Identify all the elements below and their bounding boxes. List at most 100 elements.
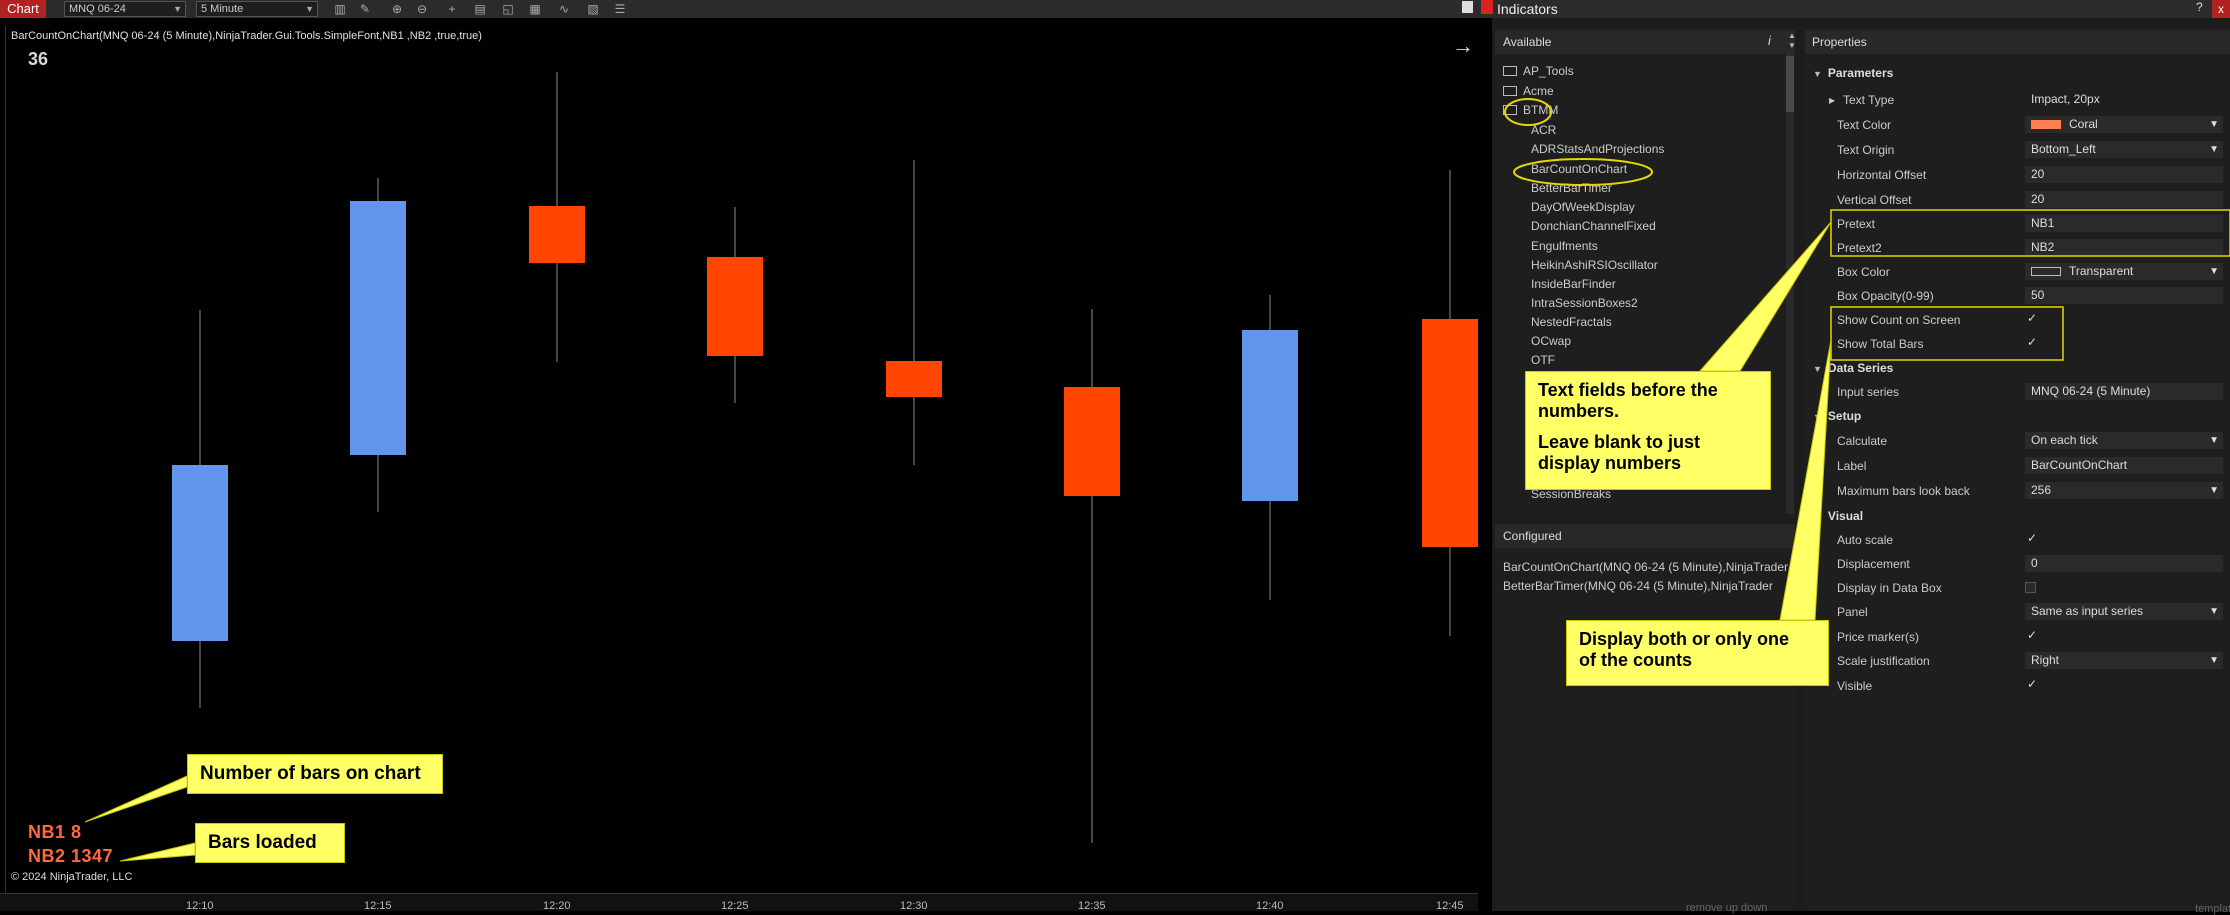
folder-item[interactable]: AP_Tools [1503,64,1574,78]
folder-item[interactable]: Acme [1503,84,1554,98]
auto-scale-label: Auto scale [1837,533,1894,547]
max-bars-select[interactable]: 256 ▼ [2025,482,2223,499]
candle-body-down [886,361,942,397]
panel-select[interactable]: Same as input series ▼ [2025,603,2223,620]
chevron-down-icon: ▼ [2209,606,2219,617]
label-input[interactable]: BarCountOnChart [2025,457,2223,474]
panel-value: Same as input series [2031,604,2144,618]
list-item[interactable]: BarCountOnChart [1531,162,1627,176]
list-item-label: BarCountOnChart [1531,162,1628,176]
pretext-label: Pretext [1837,217,1876,231]
close-icon[interactable]: x [2212,0,2230,18]
arrow-right-icon[interactable]: → [1452,33,1474,59]
window-icon [1462,1,1473,13]
show-total-checkbox[interactable]: ✓ [2027,335,2037,349]
collapse-icon: ▼ [1813,512,1822,522]
visible-checkbox[interactable]: ✓ [2027,677,2037,691]
text-origin-select[interactable]: Bottom_Left ▼ [2025,141,2223,158]
configured-item[interactable]: BarCountOnChart(MNQ 06-24 (5 Minute),Nin… [1503,560,1793,574]
candle-body-down [1422,319,1478,547]
nb2-count: NB2 1347 [28,846,114,866]
category-label: Data Series [1827,361,1894,375]
scrollbar-thumb[interactable] [1786,56,1794,112]
chevron-down-icon: ▼ [2209,266,2219,277]
list-item-label: OCwap [1531,334,1572,348]
callout-line: Text fields before the [1538,380,1718,400]
properties-label: Properties [1812,35,1867,49]
callout-bars-loaded: Bars loaded [195,823,345,863]
text-origin-label: Text Origin [1837,143,1895,157]
horizontal-offset-input[interactable]: 20 [2025,166,2223,183]
list-item[interactable]: IntraSessionBoxes2 [1531,296,1638,310]
bar-count-label: 36 [28,49,49,69]
list-item[interactable]: ADRStatsAndProjections [1531,142,1664,156]
expand-icon[interactable]: ▸ [1829,93,1835,107]
folder-icon [1503,86,1517,96]
category-setup[interactable]: ▼ Setup [1813,409,1861,423]
indicators-left-edge [1478,18,1492,911]
input-series-label: Input series [1837,385,1900,399]
box-opacity-input[interactable]: 50 [2025,287,2223,304]
configured-footer-buttons[interactable]: remove up down [1686,902,1767,914]
indicators-title: Indicators [1497,1,1558,17]
box-color-select[interactable]: Transparent ▼ [2025,263,2223,280]
x-tick-label: 12:45 [1436,900,1464,912]
callout-line: display numbers [1538,453,1682,473]
display-data-box-checkbox[interactable] [2025,582,2036,593]
x-tick-label: 12:20 [543,900,571,912]
category-label: Visual [1827,509,1864,523]
available-label: Available [1503,35,1552,49]
list-item[interactable]: Engulfments [1531,239,1598,253]
info-icon[interactable]: i [1768,33,1771,48]
list-item[interactable]: InsideBarFinder [1531,277,1616,291]
collapse-icon: ▼ [1813,364,1822,374]
callout-line: Display both or only one [1579,629,1790,649]
input-series-value[interactable]: MNQ 06-24 (5 Minute) [2025,383,2223,400]
category-visual[interactable]: ▼ Visual [1813,509,1863,523]
available-scrollbar[interactable] [1786,52,1794,514]
category-label: Setup [1827,409,1862,423]
template-button[interactable]: template [2195,903,2230,915]
show-count-checkbox[interactable]: ✓ [2027,311,2037,325]
list-item[interactable]: HeikinAshiRSIOscillator [1531,258,1658,272]
auto-scale-checkbox[interactable]: ✓ [2027,531,2037,545]
pretext-input[interactable]: NB1 [2025,215,2223,232]
list-item[interactable]: OCwap [1531,334,1571,348]
help-icon[interactable]: ? [2196,0,2210,16]
x-tick-label: 12:15 [364,900,392,912]
pretext2-input[interactable]: NB2 [2025,239,2223,256]
category-data-series[interactable]: ▼ Data Series [1813,361,1893,375]
category-parameters[interactable]: ▼ Parameters [1813,66,1893,80]
indicators-titlebar [1478,0,2230,18]
list-item[interactable]: ACR [1531,123,1556,137]
callout-line: of the counts [1579,650,1692,670]
text-type-value[interactable]: Impact, 20px [2025,91,2223,108]
scale-justification-select[interactable]: Right ▼ [2025,652,2223,669]
chevron-down-icon: ▼ [2209,144,2219,155]
show-total-label: Show Total Bars [1837,337,1924,351]
indicators-window-icon [1481,0,1493,14]
list-item-label: BetterBarTimer [1531,181,1612,195]
list-item[interactable]: DonchianChannelFixed [1531,219,1656,233]
price-marker-label: Price marker(s) [1837,630,1920,644]
scroll-up-icon[interactable]: ▲ [1788,31,1796,40]
list-item[interactable]: OTF [1531,353,1555,367]
vertical-offset-input[interactable]: 20 [2025,191,2223,208]
x-tick-label: 12:40 [1256,900,1284,912]
scroll-down-icon[interactable]: ▼ [1788,41,1796,50]
list-item[interactable]: DayOfWeekDisplay [1531,200,1635,214]
list-item-label: DayOfWeekDisplay [1531,200,1635,214]
list-item-label: AP_Tools [1523,64,1574,78]
list-item[interactable]: BetterBarTimer [1531,181,1612,195]
pretext2-label: Pretext2 [1837,241,1882,255]
calculate-select[interactable]: On each tick ▼ [2025,432,2223,449]
list-item[interactable]: NestedFractals [1531,315,1612,329]
configured-item[interactable]: BetterBarTimer(MNQ 06-24 (5 Minute),Ninj… [1503,579,1793,593]
chevron-down-icon: ▼ [2209,119,2219,130]
folder-item[interactable]: BTMM [1503,103,1558,117]
scale-justification-value: Right [2031,653,2060,667]
price-marker-checkbox[interactable]: ✓ [2027,628,2037,642]
displacement-input[interactable]: 0 [2025,555,2223,572]
text-color-select[interactable]: Coral ▼ [2025,116,2223,133]
x-tick-label: 12:35 [1078,900,1106,912]
